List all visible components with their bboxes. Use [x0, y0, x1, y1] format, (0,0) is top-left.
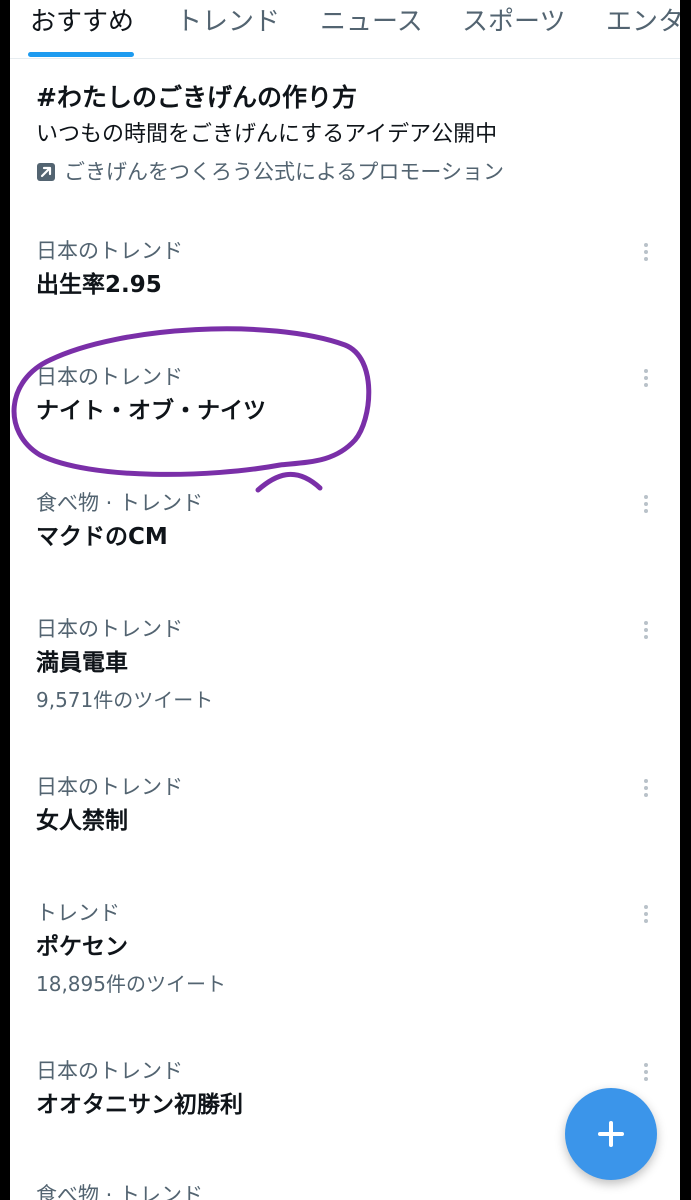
more-vertical-icon[interactable]	[638, 902, 654, 928]
trend-context: トレンド	[36, 901, 120, 925]
promoted-by-line: ごきげんをつくろう公式によるプロモーション	[36, 156, 656, 188]
trend-name: 満員電車	[36, 650, 128, 676]
more-vertical-icon[interactable]	[638, 1060, 654, 1086]
promoted-trend-title: #わたしのごきげんの作り方	[36, 83, 357, 112]
tab-trending[interactable]: トレンド	[176, 4, 280, 40]
tab-entertainment[interactable]: エンタ	[606, 4, 680, 40]
trend-name: オオタニサン初勝利	[36, 1092, 243, 1118]
more-vertical-icon[interactable]	[638, 776, 654, 802]
more-vertical-icon[interactable]	[638, 240, 654, 266]
trend-context: 日本のトレンド	[36, 365, 183, 389]
trend-context-partial: 食べ物 · トレンド	[36, 1183, 204, 1200]
trend-item[interactable]: 日本のトレンド 満員電車 9,571件のツイート	[36, 614, 656, 718]
trend-name: マクドのCM	[36, 524, 168, 550]
trend-name: 出生率2.95	[36, 272, 162, 298]
trend-item[interactable]: 日本のトレンド 女人禁制	[36, 772, 656, 840]
trend-name: 女人禁制	[36, 808, 128, 834]
trend-context: 食べ物 · トレンド	[36, 491, 204, 515]
tweet-count: 18,895件のツイート	[36, 972, 226, 996]
more-vertical-icon[interactable]	[638, 618, 654, 644]
trend-context: 日本のトレンド	[36, 1059, 183, 1083]
explore-screen: おすすめ トレンド ニュース スポーツ エンタ #わたしのごきげんの作り方 いつ…	[10, 0, 680, 1200]
trend-item[interactable]: 食べ物 · トレンド マクドのCM	[36, 488, 656, 556]
trend-context: 日本のトレンド	[36, 775, 183, 799]
trend-item[interactable]: 日本のトレンド オオタニサン初勝利	[36, 1056, 656, 1124]
tab-news[interactable]: ニュース	[320, 4, 423, 40]
explore-tab-bar: おすすめ トレンド ニュース スポーツ エンタ	[10, 0, 680, 59]
trend-item[interactable]: トレンド ポケセン 18,895件のツイート	[36, 898, 656, 1002]
promoted-arrow-icon	[37, 163, 55, 181]
trend-context: 日本のトレンド	[36, 617, 183, 641]
compose-button[interactable]	[565, 1088, 657, 1180]
trend-item[interactable]: 日本のトレンド 出生率2.95	[36, 236, 656, 304]
tab-sports[interactable]: スポーツ	[462, 4, 565, 40]
promoted-trend-description: いつもの時間をごきげんにするアイデア公開中	[36, 122, 498, 147]
active-tab-indicator	[28, 52, 134, 57]
tweet-count: 9,571件のツイート	[36, 688, 214, 712]
trend-item[interactable]: 日本のトレンド ナイト・オブ・ナイツ	[36, 362, 656, 430]
trend-name: ナイト・オブ・ナイツ	[36, 398, 266, 424]
tab-for-you[interactable]: おすすめ	[30, 4, 134, 40]
more-vertical-icon[interactable]	[638, 492, 654, 518]
more-vertical-icon[interactable]	[638, 366, 654, 392]
promoted-trend[interactable]: #わたしのごきげんの作り方 いつもの時間をごきげんにするアイデア公開中 ごきげん…	[36, 80, 656, 188]
trend-context: 日本のトレンド	[36, 239, 183, 263]
promoted-by-text: ごきげんをつくろう公式によるプロモーション	[64, 160, 504, 184]
trend-name: ポケセン	[36, 934, 128, 960]
